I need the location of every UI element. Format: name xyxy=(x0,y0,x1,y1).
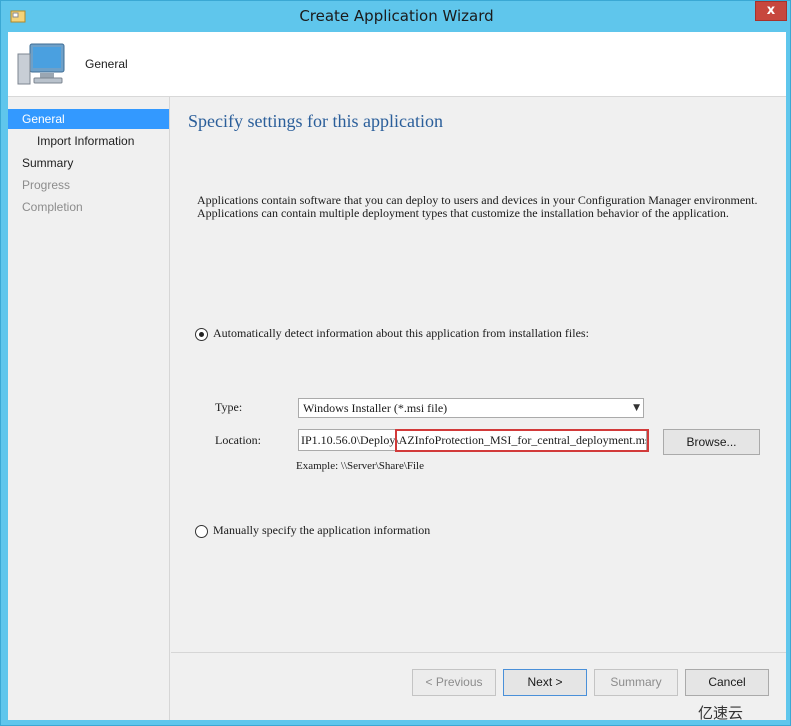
nav-item-summary[interactable]: Summary xyxy=(8,153,169,173)
page-title: Specify settings for this application xyxy=(188,111,443,131)
wizard-header: General xyxy=(8,32,786,97)
location-example: Example: \\Server\Share\File xyxy=(296,460,424,472)
wizard-body: General General Import Information Summa… xyxy=(8,32,786,720)
wizard-window: Create Application Wizard x General Gene… xyxy=(0,0,791,726)
location-highlight-box xyxy=(395,429,649,452)
browse-button[interactable]: Browse... xyxy=(663,429,760,455)
previous-button[interactable]: < Previous xyxy=(412,669,496,696)
location-label: Location: xyxy=(215,433,261,447)
wizard-nav: General Import Information Summary Progr… xyxy=(8,97,170,720)
watermark: 亿速云 xyxy=(698,704,744,722)
cancel-button[interactable]: Cancel xyxy=(685,669,769,696)
main-panel: Specify settings for this application Ap… xyxy=(171,97,786,652)
description: Applications contain software that you c… xyxy=(197,194,777,220)
nav-item-completion: Completion xyxy=(22,200,83,214)
type-label: Type: xyxy=(215,400,243,414)
nav-item-general[interactable]: General xyxy=(8,109,169,129)
manual-label[interactable]: Manually specify the application informa… xyxy=(213,523,430,538)
summary-button[interactable]: Summary xyxy=(594,669,678,696)
nav-item-import-information[interactable]: Import Information xyxy=(8,131,169,151)
chevron-down-icon: ▼ xyxy=(633,403,640,413)
computer-icon xyxy=(17,43,65,85)
title-bar: Create Application Wizard x xyxy=(1,1,791,32)
close-button[interactable]: x xyxy=(755,1,787,21)
type-select-value: Windows Installer (*.msi file) xyxy=(303,401,448,415)
type-select[interactable]: Windows Installer (*.msi file) ▼ xyxy=(298,398,644,418)
auto-detect-label[interactable]: Automatically detect information about t… xyxy=(213,326,589,341)
next-button[interactable]: Next > xyxy=(503,669,587,696)
footer-separator xyxy=(171,652,786,653)
description-line-2: Applications can contain multiple deploy… xyxy=(197,206,729,220)
nav-item-progress: Progress xyxy=(22,178,71,192)
window-title: Create Application Wizard xyxy=(299,7,494,25)
auto-detect-radio[interactable] xyxy=(195,328,208,341)
header-step-label: General xyxy=(85,57,128,71)
manual-radio[interactable] xyxy=(195,525,208,538)
